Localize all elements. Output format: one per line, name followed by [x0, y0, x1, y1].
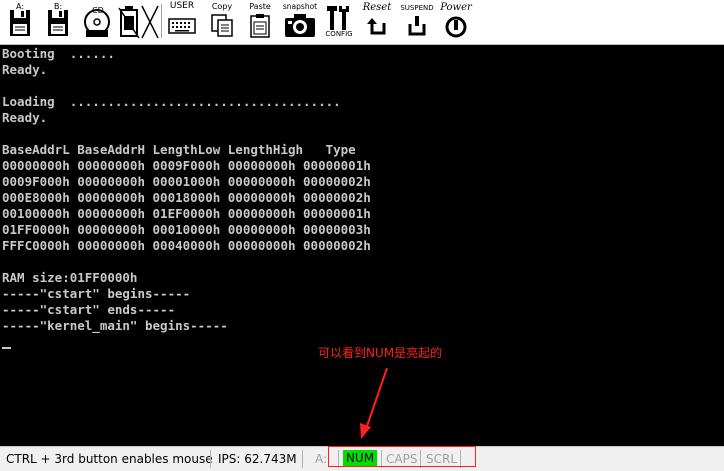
status-divider — [302, 450, 303, 468]
reset-button[interactable]: Reset — [360, 2, 394, 42]
suspend-icon — [408, 16, 426, 36]
status-divider — [210, 450, 211, 468]
paste-icon — [250, 14, 270, 38]
mouse-hint: CTRL + 3rd button enables mouse — [6, 452, 213, 466]
toolbar: A: B: CD USER Copy Paste snapshot CONFIG… — [0, 0, 724, 45]
usb-button[interactable] — [118, 2, 140, 42]
suspend-button[interactable]: SUSPEND — [398, 2, 436, 42]
toolbar-separator — [161, 4, 162, 38]
cdrom-label: CD — [92, 6, 104, 15]
paste-button[interactable]: Paste — [246, 2, 274, 42]
snapshot-label: snapshot — [282, 2, 318, 11]
floppy-b-label: B: — [54, 2, 63, 11]
snapshot-button[interactable]: snapshot — [282, 2, 318, 42]
floppy-b-button[interactable]: B: — [44, 2, 72, 42]
power-icon — [445, 16, 467, 38]
user-button[interactable]: USER — [166, 2, 198, 42]
paste-label: Paste — [249, 2, 271, 11]
camera-icon — [285, 14, 315, 37]
config-label: CONFIG — [325, 30, 353, 38]
annotation-highlight-box — [328, 446, 476, 467]
copy-icon — [211, 14, 233, 37]
annotation-arrow — [360, 367, 388, 439]
power-label: Power — [440, 2, 472, 13]
keyboard-icon — [168, 18, 196, 34]
user-label: USER — [169, 1, 195, 11]
ips-readout: IPS: 62.743M — [218, 452, 297, 466]
power-button[interactable]: Power — [438, 2, 474, 42]
mouse-button[interactable] — [140, 2, 160, 42]
suspend-label: SUSPEND — [400, 4, 434, 12]
usb-device-icon — [118, 6, 140, 39]
floppy-a-label: A: — [16, 2, 25, 11]
copy-label: Copy — [211, 2, 233, 11]
floppy-a-button[interactable]: A: — [6, 2, 34, 42]
mouse-disabled-icon — [141, 5, 159, 39]
config-tools-icon — [327, 6, 349, 30]
cdrom-button[interactable]: CD — [82, 2, 112, 42]
reset-icon — [367, 18, 386, 35]
drive-indicator: A: — [315, 452, 328, 466]
reset-label: Reset — [362, 2, 392, 13]
console-screen[interactable]: Booting ...... Ready. Loading ............… — [0, 45, 724, 446]
copy-button[interactable]: Copy — [208, 2, 236, 42]
config-button[interactable]: CONFIG — [322, 2, 356, 42]
